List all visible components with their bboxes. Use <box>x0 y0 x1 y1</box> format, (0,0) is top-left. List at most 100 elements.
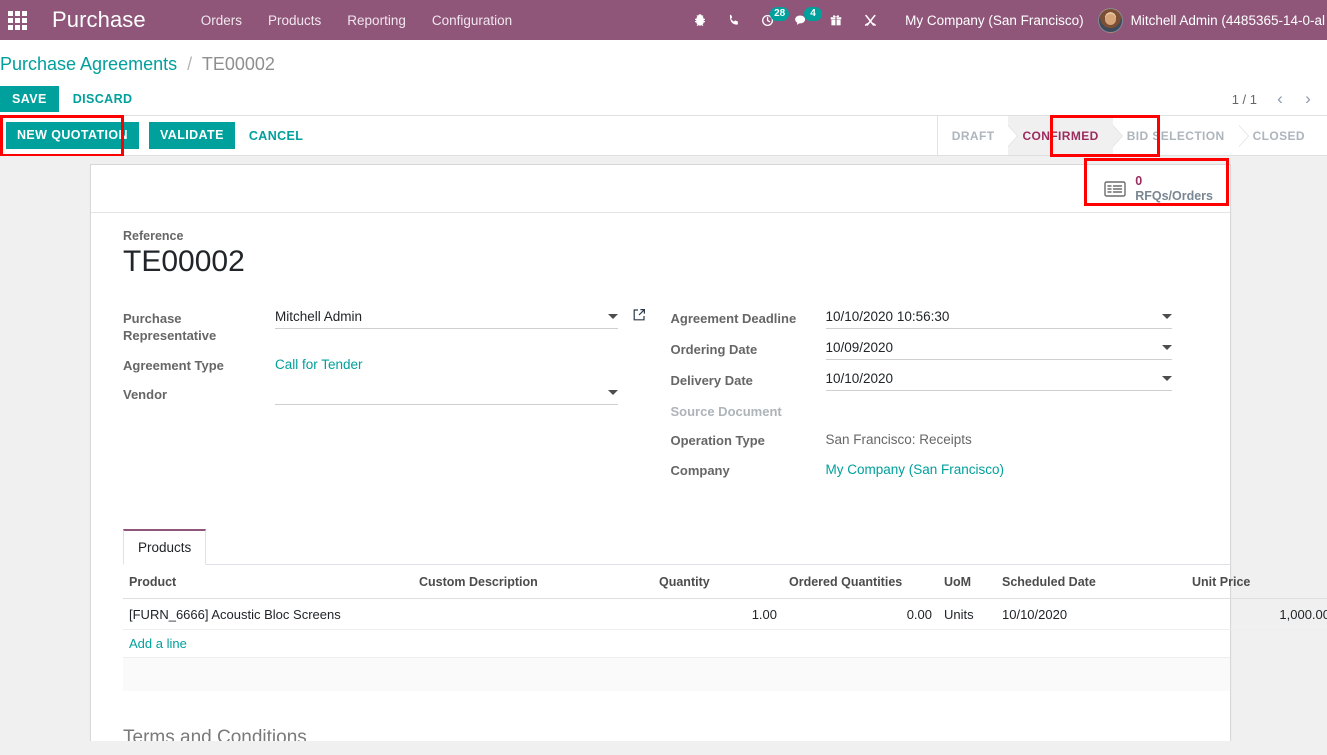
agreement-deadline-input[interactable]: 10/10/2020 10:56:30 <box>825 308 1172 329</box>
delivery-date-label: Delivery Date <box>670 372 753 388</box>
col-quantity: Quantity <box>653 565 783 600</box>
form-column-left: Purchase Representative Mitchell Admin A… <box>123 308 661 490</box>
chevron-down-icon[interactable] <box>1161 344 1172 350</box>
apps-grid-icon[interactable] <box>0 0 34 40</box>
agreement-type-value[interactable]: Call for Tender <box>275 355 618 372</box>
col-ordered: Ordered Quantities <box>783 565 938 600</box>
stage-confirmed[interactable]: CONFIRMED <box>1008 116 1124 155</box>
save-button[interactable]: SAVE <box>0 85 59 113</box>
cell-description[interactable] <box>413 598 653 631</box>
chevron-left-icon[interactable]: ‹ <box>1267 86 1293 112</box>
sheet-body: Reference TE00002 Purchase Representativ… <box>91 213 1230 489</box>
agreement-deadline-label: Agreement Deadline <box>670 310 797 326</box>
validate-button[interactable]: VALIDATE <box>148 122 235 149</box>
ordering-date-input[interactable]: 10/09/2020 <box>825 339 1172 360</box>
table-header-row: Product Custom Description Quantity Orde… <box>123 565 1327 600</box>
breadcrumb-current: TE00002 <box>201 54 275 74</box>
field-source-document: Source Document <box>671 401 1199 421</box>
source-document-value <box>826 401 1172 403</box>
chat-icon[interactable]: 4 <box>785 0 823 40</box>
field-agreement-deadline: Agreement Deadline 10/10/2020 10:56:30 <box>671 308 1199 329</box>
field-delivery-date: Delivery Date 10/10/2020 <box>671 370 1199 391</box>
col-unit-price: Unit Price <box>1186 565 1327 600</box>
menu-item-orders[interactable]: Orders <box>188 2 255 39</box>
breadcrumb-row: Purchase Agreements / TE00002 <box>0 40 1327 83</box>
menu-item-reporting[interactable]: Reporting <box>334 2 419 39</box>
top-navbar: Purchase Orders Products Reporting Confi… <box>0 0 1327 40</box>
purchase-representative-input[interactable]: Mitchell Admin <box>275 308 618 329</box>
chevron-right-icon[interactable]: › <box>1295 86 1321 112</box>
notebook-tabs: Products <box>123 529 1230 566</box>
cell-unit-price[interactable]: 1,000.00 <box>1186 598 1327 631</box>
chevron-down-icon[interactable] <box>608 390 618 396</box>
col-scheduled-date: Scheduled Date <box>996 565 1186 600</box>
col-product: Product <box>123 565 413 600</box>
chevron-down-icon[interactable] <box>1161 313 1172 319</box>
operation-type-value: San Francisco: Receipts <box>825 432 972 448</box>
breadcrumb-separator: / <box>187 54 193 74</box>
company-label: Company <box>670 462 730 478</box>
agreement-type-label: Agreement Type <box>123 357 224 373</box>
action-status-bar: NEW QUOTATION VALIDATE CANCEL DRAFT CONF… <box>0 115 1327 157</box>
cell-quantity[interactable]: 1.00 <box>653 598 783 631</box>
rfqs-orders-smart-button[interactable]: 0 RFQs/Orders <box>1095 170 1225 207</box>
external-link-icon[interactable] <box>632 308 646 327</box>
rfqs-orders-label: RFQs/Orders <box>1135 188 1213 203</box>
source-document-label: Source Document <box>670 403 782 419</box>
stage-bid-selection[interactable]: BID SELECTION <box>1112 116 1249 155</box>
user-menu[interactable]: Mitchell Admin (4485365-14-0-al <box>1097 7 1327 33</box>
agreement-deadline-value: 10/10/2020 10:56:30 <box>825 308 950 324</box>
col-uom: UoM <box>938 565 996 600</box>
main-menu: Orders Products Reporting Configuration <box>188 2 525 39</box>
bug-icon[interactable] <box>683 0 717 40</box>
field-vendor: Vendor <box>123 384 661 406</box>
smart-button-box: 0 RFQs/Orders <box>91 158 1230 213</box>
delivery-date-input[interactable]: 10/10/2020 <box>825 370 1172 391</box>
company-selector[interactable]: My Company (San Francisco) <box>887 13 1098 28</box>
reference-label: Reference <box>123 229 184 243</box>
breadcrumb-root[interactable]: Purchase Agreements <box>0 54 177 74</box>
chevron-down-icon[interactable] <box>608 313 618 319</box>
phone-icon[interactable] <box>717 0 751 40</box>
new-quotation-button[interactable]: NEW QUOTATION <box>6 122 139 149</box>
cell-product[interactable]: [FURN_6666] Acoustic Bloc Screens <box>123 598 413 631</box>
purchase-representative-label: Purchase Representative <box>123 310 217 344</box>
chevron-down-icon[interactable] <box>1161 375 1172 381</box>
pager-count: 1 / 1 <box>1231 91 1257 107</box>
field-operation-type: Operation Type San Francisco: Receipts <box>671 430 1199 450</box>
user-name-label: Mitchell Admin (4485365-14-0-al <box>1130 12 1325 28</box>
tools-icon[interactable] <box>853 0 887 40</box>
app-brand-title[interactable]: Purchase <box>34 7 146 33</box>
status-pipeline: DRAFT CONFIRMED BID SELECTION CLOSED <box>936 116 1319 155</box>
tab-products[interactable]: Products <box>123 529 207 566</box>
list-alt-icon <box>1104 180 1126 198</box>
field-agreement-type: Agreement Type Call for Tender <box>123 355 661 375</box>
content-area: 0 RFQs/Orders Reference TE00002 Purchase… <box>0 156 1327 741</box>
delivery-date-value: 10/10/2020 <box>825 370 894 386</box>
menu-item-configuration[interactable]: Configuration <box>419 2 525 39</box>
clock-icon[interactable]: 28 <box>751 0 790 40</box>
stage-closed[interactable]: CLOSED <box>1238 116 1319 155</box>
field-company: Company My Company (San Francisco) <box>671 460 1199 480</box>
terms-and-conditions-title: Terms and Conditions <box>123 727 307 741</box>
breadcrumb: Purchase Agreements / TE00002 <box>0 54 1327 75</box>
vendor-input[interactable] <box>275 384 618 406</box>
page-title: TE00002 <box>123 245 245 278</box>
record-pager: 1 / 1 ‹ › <box>1232 83 1321 115</box>
table-row[interactable]: [FURN_6666] Acoustic Bloc Screens 1.00 0… <box>123 598 1327 631</box>
vendor-label: Vendor <box>123 387 168 403</box>
operation-type-label: Operation Type <box>670 433 765 449</box>
notebook: Products Product Custom Description Quan… <box>91 529 1327 692</box>
col-description: Custom Description <box>413 565 653 600</box>
field-ordering-date: Ordering Date 10/09/2020 <box>671 339 1199 360</box>
cancel-button[interactable]: CANCEL <box>245 122 307 150</box>
cell-uom[interactable]: Units <box>938 598 996 631</box>
gift-icon[interactable] <box>819 0 853 40</box>
stage-draft[interactable]: DRAFT <box>937 116 1019 155</box>
table-footer-space <box>123 657 1230 692</box>
discard-button[interactable]: DISCARD <box>59 85 147 113</box>
cell-scheduled-date[interactable]: 10/10/2020 <box>996 598 1186 631</box>
add-a-line-button[interactable]: Add a line <box>123 630 1327 657</box>
menu-item-products[interactable]: Products <box>255 2 334 39</box>
company-value[interactable]: My Company (San Francisco) <box>826 460 1172 477</box>
